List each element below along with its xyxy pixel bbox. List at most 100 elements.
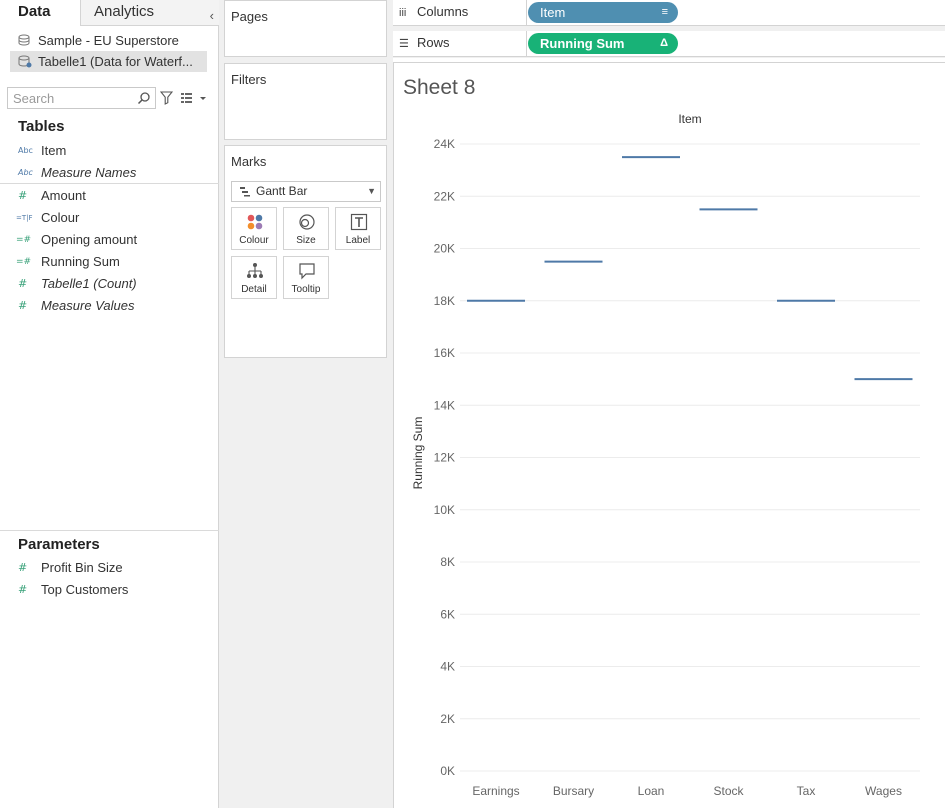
- measure-field-icon: #: [18, 277, 28, 290]
- y-tick-label: 20K: [434, 242, 455, 256]
- table-calc-delta-icon: Δ: [660, 37, 668, 49]
- colour-icon: [247, 214, 263, 230]
- y-tick-label: 0K: [440, 764, 455, 778]
- x-axis-labels: Earnings Bursary Loan Stock Tax Wages: [472, 784, 902, 798]
- rows-shelf[interactable]: ☰ Rows Running Sum Δ: [393, 31, 945, 57]
- field-measure-values[interactable]: # Measure Values: [0, 295, 219, 317]
- data-source-tabelle1[interactable]: Tabelle1 (Data for Waterf...: [10, 51, 207, 72]
- field-amount[interactable]: # Amount: [0, 185, 219, 207]
- rows-pill-label: Running Sum: [540, 36, 625, 51]
- measure-field-icon: #: [18, 189, 28, 202]
- field-tabelle1-count[interactable]: # Tabelle1 (Count): [0, 273, 219, 295]
- parameter-profit-bin-size[interactable]: # Profit Bin Size: [0, 557, 219, 579]
- parameter-label: Profit Bin Size: [41, 560, 123, 575]
- size-label: Size: [296, 235, 316, 246]
- x-category-label: Wages: [865, 784, 902, 798]
- parameters-divider: [0, 530, 219, 531]
- label-label: Label: [345, 235, 371, 246]
- calc-measure-field-icon: =#: [16, 257, 32, 267]
- data-source-label: Sample - EU Superstore: [38, 33, 179, 48]
- y-tick-label: 12K: [434, 451, 455, 465]
- y-tick-label: 22K: [434, 189, 455, 203]
- search-icon[interactable]: [137, 91, 151, 105]
- shelves: iii Columns Item ≡ ☰ Rows Running Sum Δ: [393, 0, 945, 58]
- mark-type-select[interactable]: Gantt Bar ▼: [231, 181, 381, 202]
- shelf-separator: [526, 0, 527, 26]
- text-label-icon: [350, 213, 368, 231]
- field-colour[interactable]: =T|F Colour: [0, 207, 219, 229]
- field-label: Item: [41, 143, 67, 158]
- dropdown-arrow-icon: ▼: [367, 186, 376, 196]
- field-label: Tabelle1 (Count): [41, 276, 137, 291]
- calc-measure-field-icon: =#: [16, 235, 32, 245]
- colour-mark-button[interactable]: Colour: [231, 207, 277, 250]
- pages-card[interactable]: Pages: [224, 0, 387, 57]
- tab-data[interactable]: Data: [0, 0, 81, 26]
- worksheet: Item Running Sum 0K 2K 4K 6K 8K 10K 12K 14K 16K 1…: [393, 62, 945, 808]
- string-field-icon: Abc: [18, 168, 33, 177]
- data-pane: Data Analytics ‹ Sample - EU Superstore …: [0, 0, 219, 808]
- colour-label: Colour: [239, 235, 269, 246]
- field-item[interactable]: Abc Item: [0, 140, 219, 162]
- x-category-label: Loan: [638, 784, 665, 798]
- field-label: Running Sum: [41, 254, 120, 269]
- search-box[interactable]: [7, 87, 156, 109]
- columns-pill-item[interactable]: Item ≡: [528, 2, 678, 23]
- filters-card[interactable]: Filters: [224, 63, 387, 140]
- filter-icon[interactable]: [160, 91, 173, 105]
- chart: Item Running Sum 0K 2K 4K 6K 8K 10K 12K 14K 16K 1…: [411, 112, 920, 798]
- field-label: Colour: [41, 210, 80, 225]
- size-icon: [299, 214, 315, 230]
- tooltip-icon: [299, 263, 315, 280]
- columns-icon: iii: [399, 7, 407, 19]
- y-tick-label: 16K: [434, 346, 455, 360]
- rows-pill-running-sum[interactable]: Running Sum Δ: [528, 33, 678, 54]
- tab-analytics[interactable]: Analytics ‹: [81, 0, 219, 26]
- x-category-label: Earnings: [472, 784, 519, 798]
- field-label: Amount: [41, 188, 86, 203]
- string-field-icon: Abc: [18, 146, 33, 155]
- field-measure-names[interactable]: Abc Measure Names: [0, 162, 219, 184]
- filters-card-title: Filters: [231, 72, 267, 87]
- tables-heading: Tables: [18, 118, 65, 135]
- shelf-separator: [526, 31, 527, 57]
- collapse-pane-icon[interactable]: ‹: [210, 4, 214, 28]
- y-tick-label: 6K: [440, 607, 455, 621]
- tooltip-mark-button[interactable]: Tooltip: [283, 256, 329, 299]
- y-axis-title: Running Sum: [411, 417, 425, 490]
- gridlines: [460, 143, 920, 772]
- columns-shelf[interactable]: iii Columns Item ≡: [393, 0, 945, 26]
- view-options-icon[interactable]: [180, 92, 208, 104]
- parameter-icon: #: [18, 583, 28, 596]
- marks-card-title: Marks: [231, 154, 267, 169]
- search-input[interactable]: [13, 90, 131, 106]
- rows-shelf-label: ☰ Rows: [399, 35, 450, 50]
- field-running-sum[interactable]: =# Running Sum: [0, 251, 219, 273]
- y-tick-label: 14K: [434, 398, 455, 412]
- column-header-item: Item: [678, 112, 701, 126]
- size-mark-button[interactable]: Size: [283, 207, 329, 250]
- parameter-top-customers[interactable]: # Top Customers: [0, 579, 219, 601]
- sheet-title: Sheet 8: [403, 76, 476, 99]
- columns-pill-label: Item: [540, 5, 566, 20]
- y-axis-ticks: 0K 2K 4K 6K 8K 10K 12K 14K 16K 18K 20K 22K 24K: [434, 137, 455, 778]
- y-tick-label: 18K: [434, 294, 455, 308]
- field-opening-amount[interactable]: =# Opening amount: [0, 229, 219, 251]
- x-category-label: Stock: [713, 784, 744, 798]
- sort-icon: ≡: [661, 6, 668, 18]
- data-source-superstore[interactable]: Sample - EU Superstore: [10, 30, 207, 51]
- database-check-icon: [18, 55, 32, 68]
- boolean-calc-field-icon: =T|F: [16, 214, 33, 222]
- label-mark-button[interactable]: Label: [335, 207, 381, 250]
- rows-icon: ☰: [399, 38, 409, 50]
- gantt-marks: [467, 156, 913, 381]
- x-category-label: Bursary: [553, 784, 594, 798]
- tab-analytics-label: Analytics: [94, 3, 155, 20]
- columns-shelf-label: iii Columns: [399, 4, 468, 19]
- y-tick-label: 10K: [434, 503, 455, 517]
- marks-card: Marks Gantt Bar ▼ Colour Size Label Deta…: [224, 145, 387, 358]
- cards-column: Pages Filters Marks Gantt Bar ▼ Colour S…: [219, 0, 393, 808]
- detail-mark-button[interactable]: Detail: [231, 256, 277, 299]
- data-source-label: Tabelle1 (Data for Waterf...: [38, 54, 193, 69]
- y-tick-label: 4K: [440, 660, 455, 674]
